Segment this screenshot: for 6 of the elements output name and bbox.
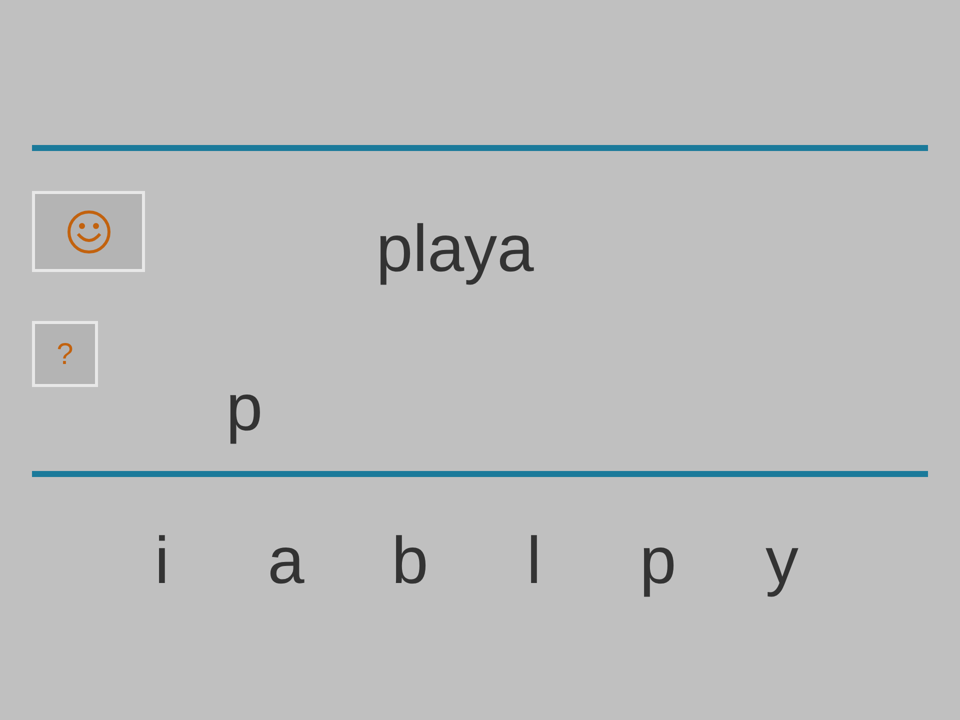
- smiley-icon: [66, 208, 112, 254]
- smiley-button[interactable]: [32, 191, 145, 272]
- letter-tile[interactable]: b: [348, 527, 472, 593]
- letter-tile[interactable]: a: [224, 527, 348, 593]
- letter-tile[interactable]: l: [472, 527, 596, 593]
- letter-tile[interactable]: i: [100, 527, 224, 593]
